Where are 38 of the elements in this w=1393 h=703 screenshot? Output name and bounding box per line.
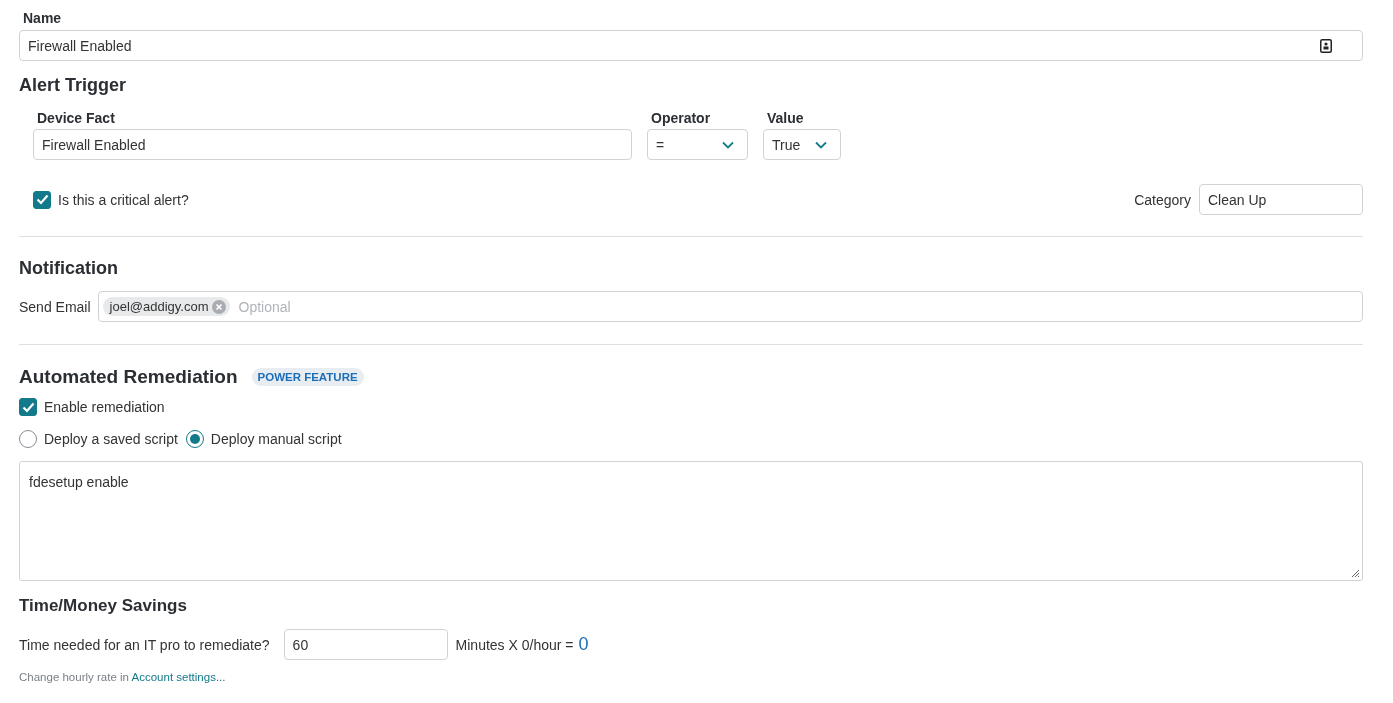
power-feature-badge: POWER FEATURE [251, 368, 364, 386]
name-field[interactable]: Firewall Enabled [19, 30, 1363, 61]
section-heading: Automated Remediation [19, 366, 238, 388]
contact-card-icon[interactable] [1320, 38, 1332, 53]
checkbox-label: Enable remediation [44, 399, 165, 415]
hourly-rate-note: Change hourly rate in Account settings... [19, 671, 227, 683]
checkbox-label: Is this a critical alert? [58, 191, 189, 208]
savings-result: 0 [578, 634, 589, 655]
placeholder-text: Optional [238, 298, 291, 315]
email-field[interactable]: joel@addigy.com Optional [97, 291, 1363, 322]
device-fact-field[interactable]: Firewall Enabled [33, 129, 632, 160]
email-tag: joel@addigy.com [102, 297, 230, 316]
account-settings-link[interactable]: Account settings... [131, 671, 226, 683]
section-heading: Time/Money Savings [19, 596, 188, 616]
resize-handle-icon[interactable] [1351, 569, 1360, 578]
minutes-field[interactable]: 60 [283, 629, 448, 660]
field-label: Send Email [19, 298, 91, 315]
script-textarea[interactable]: fdesetup enable [19, 461, 1363, 581]
radio-button[interactable] [185, 430, 204, 448]
field-label: Operator [651, 110, 712, 126]
formula-text: Minutes X 0/hour = [455, 636, 574, 653]
field-label: Device Fact [37, 110, 116, 126]
radio-button[interactable] [19, 430, 37, 448]
chevron-down-icon [815, 140, 827, 149]
operator-dropdown[interactable]: = [647, 129, 748, 160]
category-field[interactable]: Clean Up [1199, 184, 1363, 215]
chevron-down-icon [722, 140, 734, 149]
value-dropdown[interactable]: True [763, 129, 841, 160]
field-label: Value [767, 110, 805, 126]
field-label: Time needed for an IT pro to remediate? [19, 636, 270, 653]
section-heading: Alert Trigger [19, 75, 128, 96]
radio-label: Deploy a saved script [44, 431, 178, 447]
field-label: Name [23, 10, 63, 26]
field-label: Category [1134, 191, 1191, 208]
section-heading: Notification [19, 258, 119, 279]
checkbox[interactable] [19, 398, 37, 416]
checkbox[interactable] [33, 190, 51, 209]
radio-label: Deploy manual script [210, 431, 342, 447]
